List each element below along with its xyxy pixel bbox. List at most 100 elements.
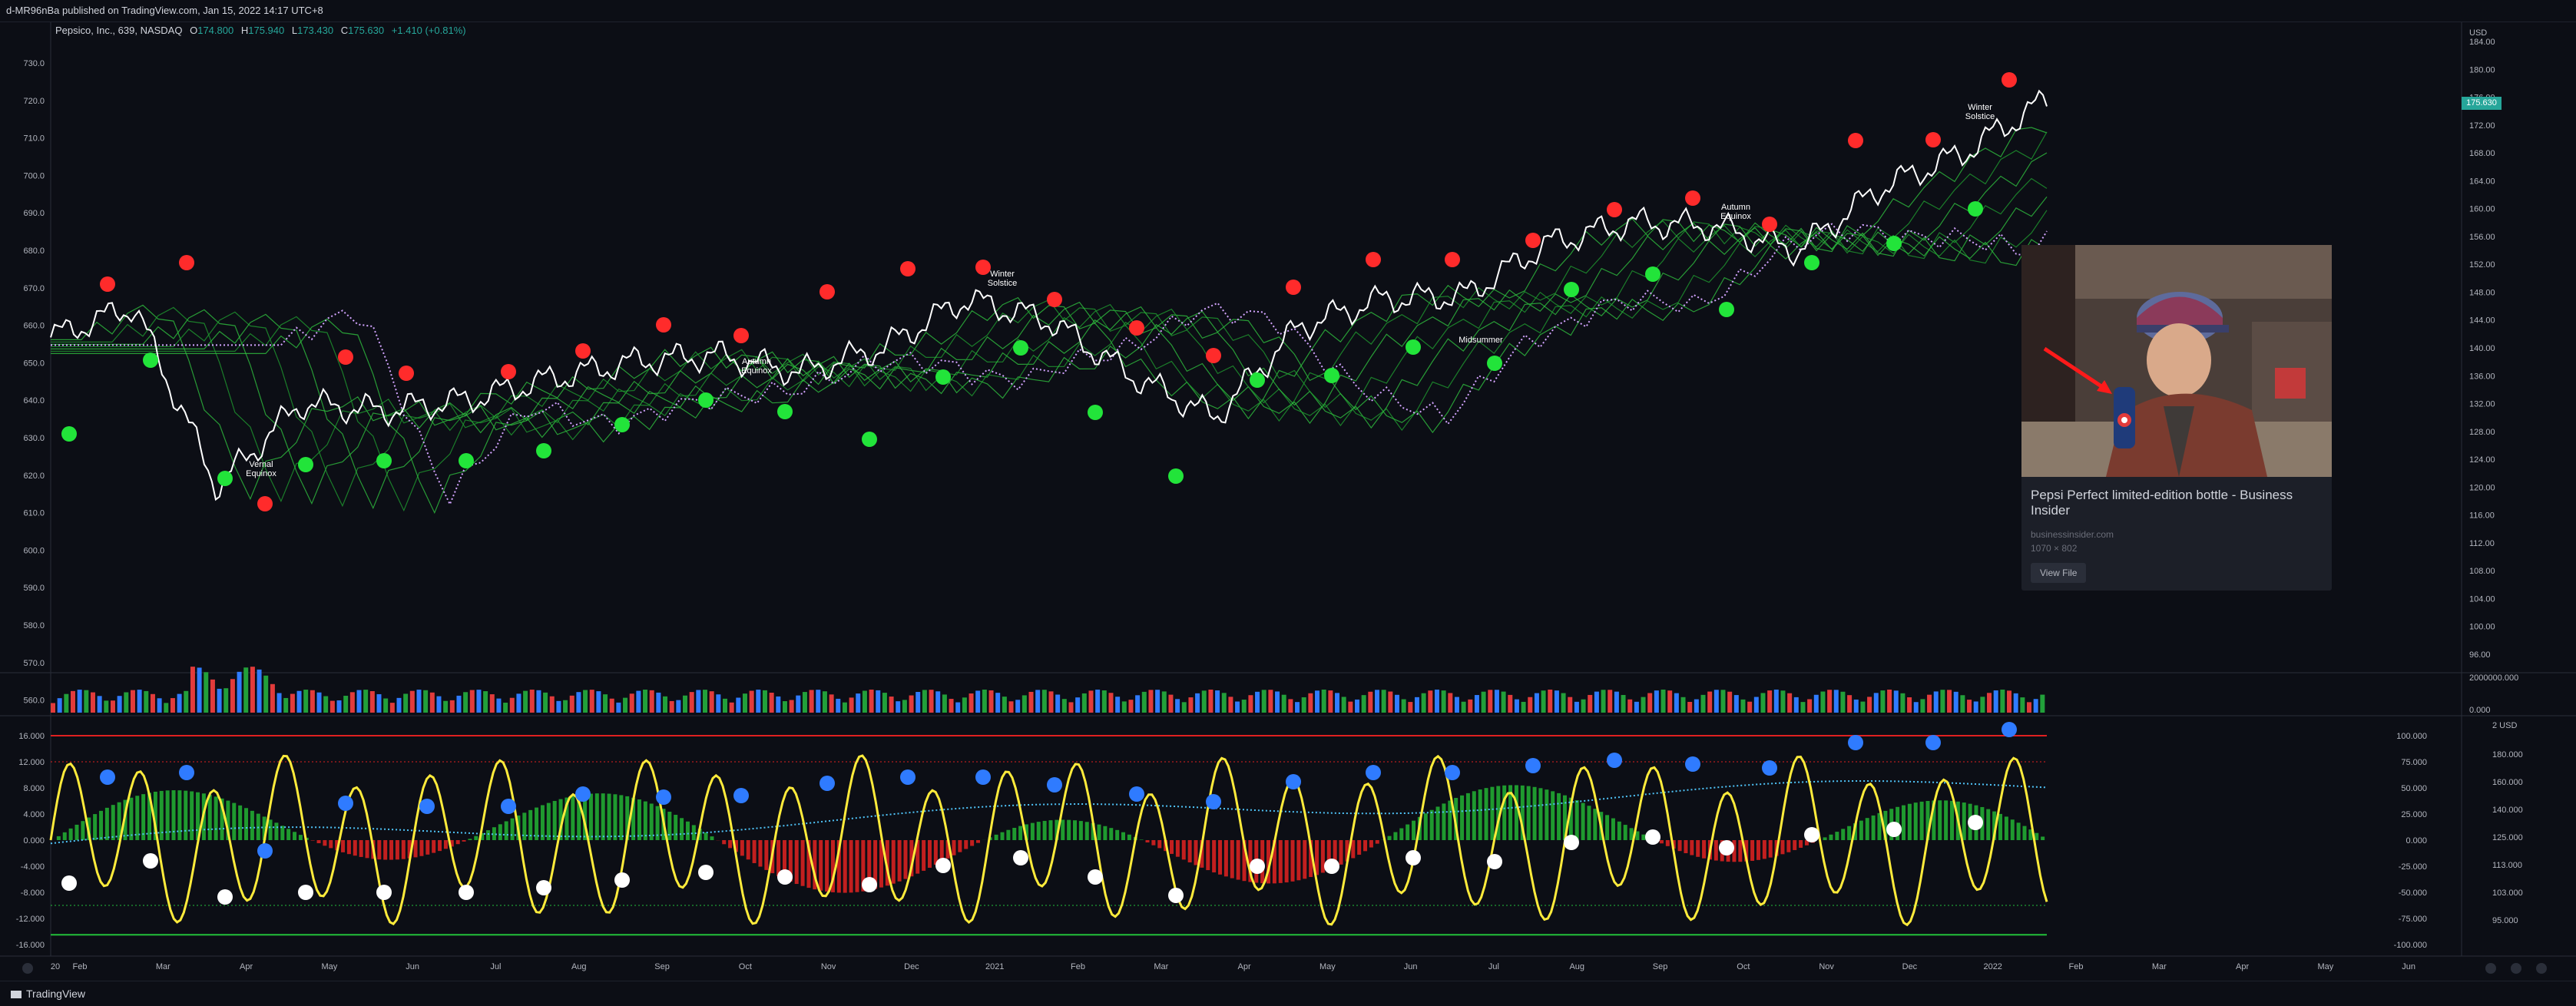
popup-domain[interactable]: businessinsider.com — [2021, 521, 2332, 540]
view-file-button[interactable]: View File — [2031, 563, 2086, 583]
volume-bar — [756, 690, 760, 713]
volume-bar — [1482, 692, 1486, 713]
oscillator-histogram-bar — [75, 825, 79, 840]
time-axis-tick: Sep — [1653, 962, 1668, 971]
oscillator-histogram-bar — [1866, 818, 1869, 840]
volume-bar — [1228, 697, 1233, 713]
tradingview-logo[interactable]: TradingView — [11, 988, 85, 1000]
oscillator-histogram-bar — [1182, 840, 1186, 859]
volume-bar — [962, 697, 967, 713]
oscillator-histogram-bar — [1448, 801, 1452, 840]
volume-bar — [217, 689, 222, 713]
volume-bar — [98, 696, 102, 713]
time-axis-tick: Jul — [1488, 962, 1499, 971]
red-signal-dot — [1366, 252, 1381, 267]
time-axis-tick: May — [2317, 962, 2333, 971]
volume-bar — [1162, 691, 1167, 713]
blue-signal-dot — [419, 799, 435, 814]
oscillator-histogram-bar — [1593, 809, 1597, 840]
volume-bar — [849, 697, 854, 713]
volume-bar — [929, 690, 934, 713]
volume-bar — [1588, 695, 1592, 713]
oscillator-histogram-bar — [1388, 836, 1392, 840]
left-price-tick: 700.0 — [23, 171, 45, 180]
white-signal-dot — [1487, 854, 1502, 869]
oscillator-histogram-bar — [1103, 826, 1107, 840]
oscillator-histogram-bar — [1460, 796, 1464, 840]
oscillator-histogram-bar — [177, 790, 181, 840]
volume-bar — [450, 700, 455, 713]
blue-signal-dot — [2002, 722, 2017, 737]
volume-bar — [1382, 690, 1386, 713]
oscillator-histogram-bar — [232, 803, 236, 840]
image-popup[interactable]: Pepsi Perfect limited-edition bottle - B… — [2021, 245, 2332, 591]
volume-bar — [237, 672, 242, 713]
left-price-tick: 720.0 — [23, 97, 45, 106]
osc-secondary-tick: 113.000 — [2492, 861, 2522, 870]
volume-bar — [1934, 691, 1939, 713]
volume-bar — [1834, 690, 1839, 713]
volume-bar — [84, 690, 88, 713]
volume-bar — [583, 690, 588, 713]
popup-image[interactable] — [2021, 245, 2332, 477]
oscillator-histogram-bar — [323, 840, 326, 846]
white-signal-dot — [298, 885, 313, 900]
left-price-tick: 710.0 — [23, 134, 45, 144]
ma-ribbon-line — [51, 233, 2047, 513]
oscillator-histogram-bar — [1847, 826, 1851, 840]
event-annotation: VernalEquinox — [246, 460, 276, 478]
volume-bar — [71, 691, 75, 713]
event-annotation: WinterSolstice — [988, 270, 1018, 288]
oscillator-histogram-bar — [99, 811, 103, 840]
oscillator-histogram-bar — [1012, 828, 1016, 840]
osc-right-tick: -25.000 — [2399, 862, 2427, 872]
volume-bar — [909, 696, 914, 713]
oscillator-histogram-bar — [468, 839, 472, 840]
volume-bar — [416, 690, 421, 713]
oscillator-histogram-bar — [419, 840, 423, 856]
oscillator-histogram-bar — [1061, 819, 1065, 840]
oscillator-histogram-bar — [135, 796, 139, 840]
red-signal-dot — [338, 349, 353, 365]
volume-bar — [1621, 695, 1626, 713]
oscillator-histogram-bar — [795, 840, 799, 884]
oscillator-histogram-bar — [1085, 822, 1089, 840]
popup-title[interactable]: Pepsi Perfect limited-edition bottle - B… — [2021, 477, 2332, 521]
volume-bar — [1082, 693, 1087, 713]
volume-bar — [1395, 695, 1399, 713]
volume-bar — [1634, 702, 1639, 713]
oscillator-histogram-bar — [1466, 793, 1470, 840]
white-signal-dot — [1968, 815, 1983, 830]
osc-secondary-tick: 180.000 — [2492, 750, 2523, 759]
blue-signal-dot — [1848, 735, 1863, 750]
volume-bar — [430, 693, 435, 713]
oscillator-histogram-bar — [964, 840, 968, 849]
green-signal-dot — [698, 392, 714, 408]
green-signal-dot — [1406, 339, 1421, 355]
oscillator-histogram-bar — [1660, 840, 1664, 843]
oscillator-histogram-bar — [389, 840, 393, 860]
volume-bar — [1035, 690, 1040, 713]
volume-bar — [942, 694, 947, 713]
oscillator-histogram-bar — [184, 791, 187, 840]
time-axis-tick: May — [321, 962, 337, 971]
volume-bar — [1128, 700, 1133, 713]
volume-bar — [456, 696, 461, 713]
volume-bar — [516, 693, 521, 713]
oscillator-histogram-bar — [758, 840, 762, 867]
oscillator-histogram-bar — [293, 832, 296, 840]
volume-bar — [383, 699, 388, 713]
osc-right-tick: 25.000 — [2401, 810, 2427, 819]
volume-bar — [490, 694, 495, 713]
volume-bar — [656, 693, 661, 713]
red-signal-dot — [501, 364, 516, 379]
right-price-tick: 184.00 — [2469, 38, 2495, 47]
oscillator-histogram-bar — [1575, 800, 1579, 840]
oscillator-histogram-bar — [680, 818, 684, 840]
red-signal-dot — [179, 255, 194, 270]
oscillator-histogram-bar — [747, 840, 750, 859]
volume-bar — [290, 694, 295, 713]
osc-left-tick: 4.000 — [23, 810, 45, 819]
oscillator-histogram-bar — [1339, 840, 1343, 865]
volume-bar — [1322, 690, 1326, 713]
